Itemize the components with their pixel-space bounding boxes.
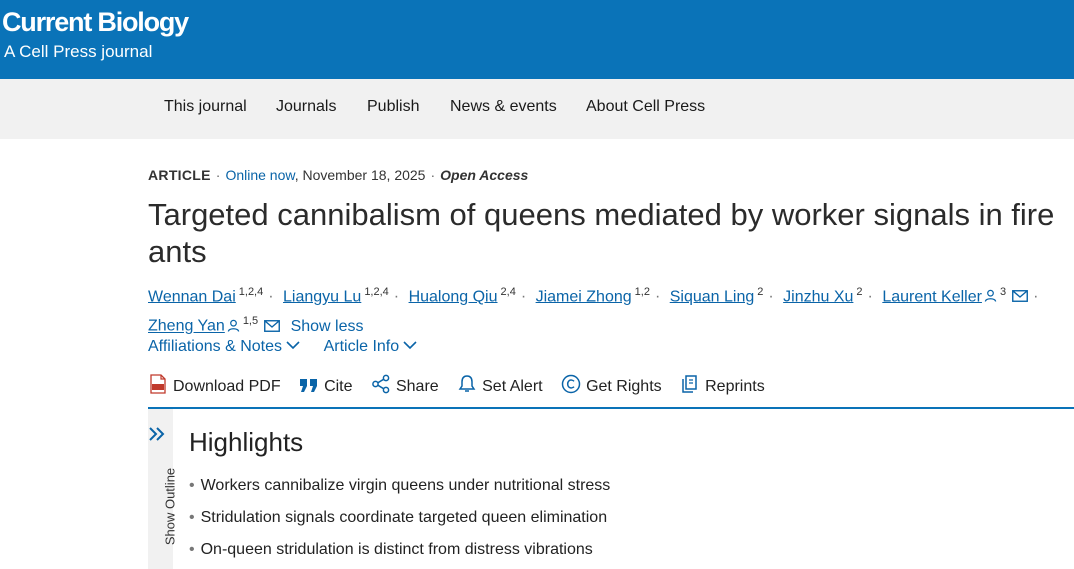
author-affiliation: 1,2 xyxy=(634,286,650,298)
article-accordions: Affiliations & Notes Article Info xyxy=(148,338,437,356)
bullet: • xyxy=(189,477,195,494)
article-title: Targeted cannibalism of queens mediated … xyxy=(148,197,1055,269)
list-item: • Workers cannibalize virgin queens under… xyxy=(189,476,610,508)
nav-item-news-events[interactable]: News & events xyxy=(450,98,557,116)
highlights-list: • Workers cannibalize virgin queens under… xyxy=(189,476,610,569)
download-pdf-label: Download PDF xyxy=(173,378,281,395)
separator-dot: · xyxy=(393,288,400,306)
main-nav: This journal Journals Publish News & eve… xyxy=(0,79,1074,139)
author-link[interactable]: Siquan Ling xyxy=(670,288,755,305)
author-affiliation: 1,2,4 xyxy=(364,286,389,298)
author-affiliation: 1,2,4 xyxy=(238,286,264,298)
separator-dot: · xyxy=(215,167,221,183)
journal-title[interactable]: Current Biology xyxy=(2,7,189,38)
download-pdf-button[interactable]: Download PDF xyxy=(148,374,281,396)
author-link[interactable]: Jinzhu Xu xyxy=(783,288,853,305)
get-rights-label: Get Rights xyxy=(586,378,662,395)
set-alert-button[interactable]: Set Alert xyxy=(457,374,543,396)
author-link[interactable]: Liangyu Lu xyxy=(283,288,361,305)
double-chevron-right-icon xyxy=(149,427,165,441)
separator-dot: · xyxy=(430,167,436,183)
get-rights-button[interactable]: Get Rights xyxy=(561,374,662,396)
highlight-text: Workers cannibalize virgin queens under … xyxy=(200,477,611,494)
journal-header: Current Biology A Cell Press journal xyxy=(0,0,1074,79)
cite-label: Cite xyxy=(324,378,353,395)
separator-dot: · xyxy=(654,288,661,306)
nav-item-publish[interactable]: Publish xyxy=(367,98,419,116)
show-outline-tab[interactable]: Show Outline xyxy=(148,409,178,569)
highlight-text: Stridulation signals coordinate targeted… xyxy=(200,509,608,526)
author-affiliation: 2 xyxy=(856,286,863,298)
set-alert-label: Set Alert xyxy=(482,378,543,395)
article-toolbar: Download PDF Cite Share Set Alert Get Ri… xyxy=(148,374,779,396)
author-link[interactable]: Hualong Qiu xyxy=(409,288,498,305)
reprints-icon xyxy=(682,375,697,393)
online-status[interactable]: Online now xyxy=(225,167,294,183)
separator-dot: · xyxy=(867,288,873,306)
list-item: • On-queen stridulation is distinct from … xyxy=(189,540,610,569)
journal-subtitle: A Cell Press journal xyxy=(4,42,153,61)
bell-icon xyxy=(458,375,476,392)
publish-date: , November 18, 2025 xyxy=(294,167,426,183)
article-info-toggle[interactable]: Article Info xyxy=(324,338,418,355)
toolbar-divider xyxy=(148,407,1074,409)
separator-dot: · xyxy=(768,288,774,306)
author-affiliation: 3 xyxy=(999,286,1007,298)
share-icon xyxy=(372,374,390,394)
author-affiliation: 2,4 xyxy=(500,286,516,298)
show-less-button[interactable]: Show less xyxy=(291,318,364,335)
pdf-icon xyxy=(150,374,166,394)
bullet: • xyxy=(189,509,195,526)
person-icon xyxy=(227,319,240,332)
author-list: Wennan Dai 1,2,4 · Liangyu Lu 1,2,4 · Hualon… xyxy=(148,280,1048,339)
cite-button[interactable]: Cite xyxy=(299,376,353,396)
chevron-down-icon xyxy=(403,341,417,350)
highlights-heading: Highlights xyxy=(189,427,304,457)
bullet: • xyxy=(189,541,195,558)
email-icon[interactable] xyxy=(1012,290,1029,303)
author-affiliation: 2 xyxy=(757,286,764,298)
article-type: ARTICLE xyxy=(148,167,211,183)
copyright-icon xyxy=(561,374,581,394)
nav-item-journals[interactable]: Journals xyxy=(276,98,336,116)
nav-item-this-journal[interactable]: This journal xyxy=(164,98,247,116)
separator-dot: · xyxy=(268,288,274,306)
share-button[interactable]: Share xyxy=(371,374,439,396)
share-label: Share xyxy=(395,378,439,395)
author-link[interactable]: Laurent Keller xyxy=(882,288,982,305)
list-item: • Stridulation signals coordinate targete… xyxy=(189,508,610,540)
show-outline-label: Show Outline xyxy=(162,467,178,546)
article-meta: ARTICLE · Online now, November 18, 2025 · Op… xyxy=(148,167,528,183)
email-icon[interactable] xyxy=(264,319,281,332)
author-affiliation: 1,5 xyxy=(242,315,259,328)
person-icon xyxy=(984,290,997,303)
reprints-button[interactable]: Reprints xyxy=(680,374,765,396)
chevron-down-icon xyxy=(286,341,300,350)
article-info-label: Article Info xyxy=(323,338,400,355)
affiliations-label: Affiliations & Notes xyxy=(148,338,282,355)
affiliations-toggle[interactable]: Affiliations & Notes xyxy=(148,338,300,355)
separator-dot: · xyxy=(520,288,527,306)
nav-item-about-cell-press[interactable]: About Cell Press xyxy=(586,98,705,116)
highlight-text: On-queen stridulation is distinct from d… xyxy=(200,541,593,558)
reprints-label: Reprints xyxy=(705,378,765,395)
author-link[interactable]: Zheng Yan xyxy=(148,318,225,335)
open-access-badge: Open Access xyxy=(440,167,529,183)
quote-icon xyxy=(300,379,318,392)
separator-dot: · xyxy=(1033,288,1039,306)
author-link[interactable]: Wennan Dai xyxy=(148,288,236,305)
author-link[interactable]: Jiamei Zhong xyxy=(536,288,632,305)
